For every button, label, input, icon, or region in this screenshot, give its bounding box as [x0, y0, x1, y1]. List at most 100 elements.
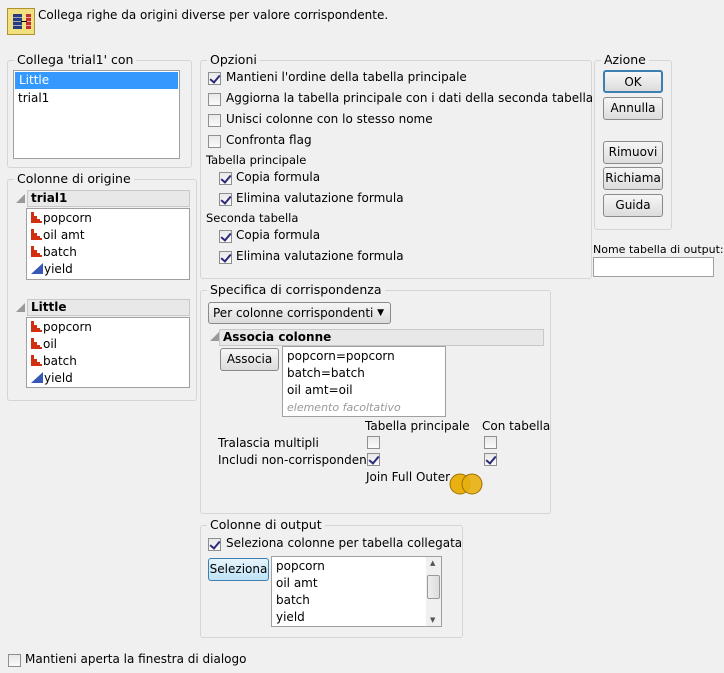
- table-header-trial1: trial1: [27, 190, 190, 207]
- include-nonmatches-main-checkbox[interactable]: [367, 453, 380, 466]
- scroll-down-icon[interactable]: ▼: [430, 616, 435, 624]
- select-columns-label: Seleziona colonne per tabella collegata: [226, 536, 463, 550]
- keep-open-checkbox[interactable]: [8, 654, 21, 667]
- scroll-thumb[interactable]: [427, 575, 440, 599]
- main-suppress-eval-label: Elimina valutazione formula: [236, 191, 404, 205]
- merge-same-name-checkbox[interactable]: [208, 114, 221, 127]
- column-item[interactable]: popcorn: [27, 319, 189, 336]
- recall-button[interactable]: Richiama: [603, 167, 663, 190]
- match-pair-item[interactable]: popcorn=popcorn: [283, 348, 445, 365]
- match-flags-label: Confronta flag: [226, 133, 312, 147]
- include-nonmatches-with-checkbox[interactable]: [484, 453, 497, 466]
- scrollbar[interactable]: ▲ ▼: [426, 557, 441, 626]
- column-name: batch: [43, 245, 77, 259]
- second-suppress-eval-label: Elimina valutazione formula: [236, 249, 404, 263]
- keep-open-label: Mantieni aperta la finestra di dialogo: [25, 652, 247, 666]
- match-pairs-list[interactable]: popcorn=popcorn batch=batch oil amt=oil …: [282, 346, 446, 417]
- disclosure-icon[interactable]: [16, 194, 25, 203]
- column-item[interactable]: batch: [27, 353, 189, 370]
- source-columns-legend: Colonne di origine: [14, 171, 134, 186]
- matching-method-value: Per colonne corrispondenti: [213, 306, 374, 320]
- match-button[interactable]: Associa: [220, 348, 279, 371]
- column-name: popcorn: [43, 320, 92, 334]
- drop-multiples-label: Tralascia multipli: [218, 436, 319, 450]
- chevron-down-icon: ▼: [377, 308, 384, 318]
- second-copy-formula-label: Copia formula: [236, 228, 321, 242]
- merge-same-name-label: Unisci colonne con lo stesso nome: [226, 112, 433, 126]
- nominal-icon: [31, 338, 42, 349]
- action-legend: Azione: [601, 52, 649, 67]
- output-name-input[interactable]: [593, 257, 714, 277]
- update-main-table-checkbox[interactable]: [208, 93, 221, 106]
- little-columns-list[interactable]: popcorn oil batch yield: [26, 317, 190, 388]
- scroll-up-icon[interactable]: ▲: [430, 559, 435, 567]
- dialog-description: Collega righe da origini diverse per val…: [38, 8, 389, 22]
- optional-item-placeholder: elemento facoltativo: [287, 401, 401, 414]
- trial1-columns-list[interactable]: popcorn oil amt batch yield: [26, 208, 190, 280]
- select-button[interactable]: Seleziona: [208, 558, 269, 581]
- output-column-item[interactable]: popcorn: [272, 558, 425, 575]
- keep-main-order-label: Mantieni l'ordine della tabella principa…: [226, 70, 467, 84]
- drop-multiples-with-checkbox[interactable]: [484, 436, 497, 449]
- column-name: oil: [43, 337, 58, 351]
- keep-main-order-checkbox[interactable]: [208, 72, 221, 85]
- with-table-column-header: Con tabella: [482, 419, 551, 433]
- main-table-label: Tabella principale: [206, 153, 307, 167]
- output-column-item[interactable]: yield: [272, 609, 425, 626]
- disclosure-icon[interactable]: [210, 332, 219, 341]
- nominal-icon: [31, 212, 42, 223]
- main-table-column-header: Tabella principale: [365, 419, 470, 433]
- include-nonmatches-label: Includi non-corrispondenze: [218, 453, 381, 467]
- nominal-icon: [31, 355, 42, 366]
- update-main-table-label: Aggiorna la tabella principale con i dat…: [226, 91, 594, 105]
- table-header-little: Little: [27, 299, 190, 316]
- options-legend: Opzioni: [207, 52, 260, 67]
- list-item-trial1[interactable]: trial1: [14, 90, 179, 107]
- nominal-icon: [31, 246, 42, 257]
- match-flags-checkbox[interactable]: [208, 135, 221, 148]
- join-type-label: Join Full Outer: [366, 470, 451, 484]
- join-icon: [7, 8, 35, 35]
- list-item-little[interactable]: Little: [15, 72, 178, 89]
- column-name: oil amt: [43, 228, 85, 242]
- continuous-icon: [31, 263, 43, 274]
- match-pair-item[interactable]: batch=batch: [283, 365, 445, 382]
- column-item[interactable]: yield: [27, 261, 189, 278]
- second-suppress-eval-checkbox[interactable]: [219, 251, 232, 264]
- drop-multiples-main-checkbox[interactable]: [367, 436, 380, 449]
- ok-button[interactable]: OK: [603, 70, 663, 93]
- output-column-item[interactable]: oil amt: [272, 575, 425, 592]
- venn-full-outer-icon: [449, 473, 483, 495]
- second-copy-formula-checkbox[interactable]: [219, 230, 232, 243]
- matching-legend: Specifica di corrispondenza: [207, 282, 385, 297]
- output-name-label: Nome tabella di output:: [593, 243, 724, 256]
- nominal-icon: [31, 229, 42, 240]
- output-column-item[interactable]: batch: [272, 592, 425, 609]
- disclosure-icon[interactable]: [16, 303, 25, 312]
- column-item[interactable]: oil: [27, 336, 189, 353]
- source-columns-group: Colonne di origine trial1 popcorn oil am…: [7, 171, 197, 401]
- output-columns-list[interactable]: popcorn oil amt batch yield ▲ ▼: [271, 556, 442, 627]
- remove-button[interactable]: Rimuovi: [603, 141, 663, 164]
- main-copy-formula-checkbox[interactable]: [219, 172, 232, 185]
- join-with-list[interactable]: Little trial1: [13, 70, 180, 159]
- column-item[interactable]: batch: [27, 244, 189, 261]
- column-name: batch: [43, 354, 77, 368]
- cancel-button[interactable]: Annulla: [603, 97, 663, 120]
- match-columns-header: Associa colonne: [219, 329, 544, 346]
- main-suppress-eval-checkbox[interactable]: [219, 193, 232, 206]
- match-pair-item[interactable]: oil amt=oil: [283, 382, 445, 399]
- nominal-icon: [31, 321, 42, 332]
- matching-method-dropdown[interactable]: Per colonne corrispondenti ▼: [208, 302, 391, 324]
- main-copy-formula-label: Copia formula: [236, 170, 321, 184]
- help-button[interactable]: Guida: [603, 194, 663, 217]
- continuous-icon: [31, 372, 43, 383]
- column-name: yield: [44, 262, 73, 276]
- column-name: yield: [44, 371, 73, 385]
- column-item[interactable]: popcorn: [27, 210, 189, 227]
- column-item[interactable]: yield: [27, 370, 189, 387]
- select-columns-checkbox[interactable]: [208, 538, 221, 551]
- second-table-label: Seconda tabella: [206, 211, 299, 225]
- join-with-group: Collega 'trial1' con Little trial1: [7, 52, 192, 168]
- column-item[interactable]: oil amt: [27, 227, 189, 244]
